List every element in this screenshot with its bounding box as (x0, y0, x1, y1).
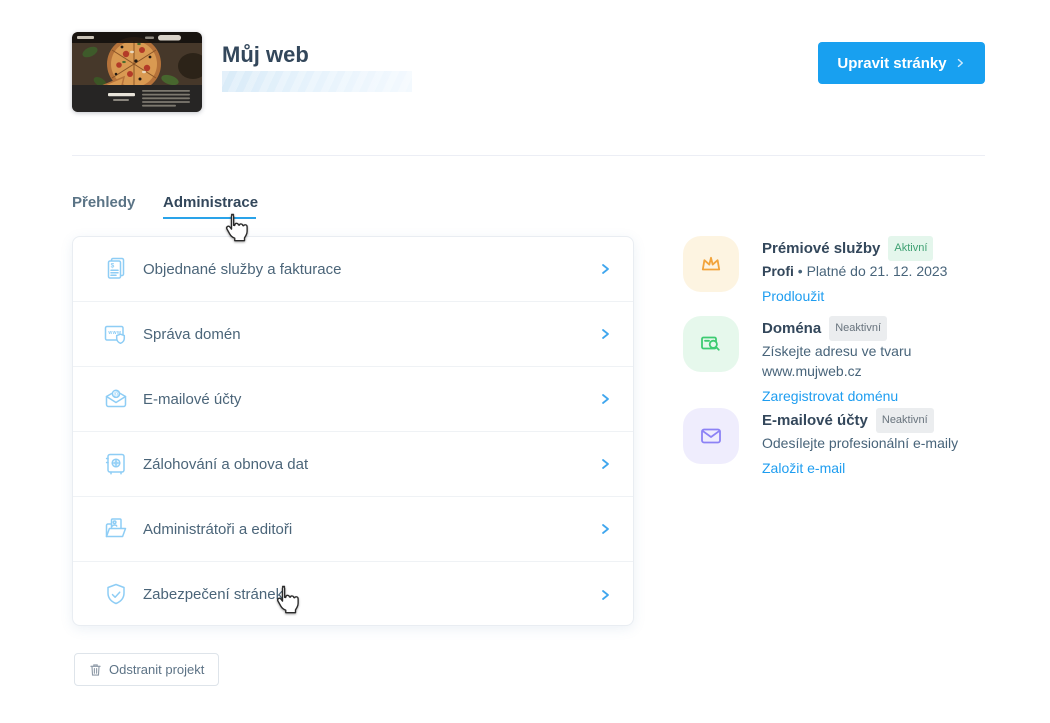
service-description: Profi • Platné do 21. 12. 2023 (762, 261, 947, 281)
menu-row-zalohovani[interactable]: Zálohování a obnova dat (73, 432, 633, 497)
domain-shield-icon: www (101, 319, 131, 349)
mail-icon (683, 408, 739, 464)
safe-icon (101, 449, 131, 479)
chevron-right-icon (954, 57, 966, 69)
zalozit-email-link[interactable]: Založit e-mail (762, 458, 845, 478)
service-description: Odesílejte profesionální e-maily (762, 433, 958, 453)
chevron-right-icon (597, 456, 613, 472)
chevron-right-icon (597, 326, 613, 342)
status-badge: Neaktivní (829, 316, 887, 341)
tab-administrace[interactable]: Administrace (163, 194, 258, 211)
menu-row-label: Zabezpečení stránek (143, 586, 597, 603)
service-title: E-mailové účty (762, 412, 868, 429)
service-title: Doména (762, 320, 821, 337)
tab-prehledy[interactable]: Přehledy (72, 194, 135, 211)
domain-search-icon (683, 316, 739, 372)
envelope-at-icon: @ (101, 384, 131, 414)
menu-row-zabezpeceni[interactable]: Zabezpečení stránek (73, 562, 633, 627)
zaregistrovat-domenu-link[interactable]: Zaregistrovat doménu (762, 386, 898, 406)
header-divider (72, 155, 985, 156)
menu-row-administratori[interactable]: Administrátoři a editoři (73, 497, 633, 562)
chevron-right-icon (597, 261, 613, 277)
chevron-right-icon (597, 521, 613, 537)
admin-menu-card: $ Objednané služby a fakturace www Správ… (72, 236, 634, 626)
active-tab-underline (163, 217, 256, 219)
chevron-right-icon (597, 391, 613, 407)
svg-text:$: $ (111, 262, 115, 269)
menu-row-label: Objednané služby a fakturace (143, 261, 597, 278)
service-premium: Prémiové služby Aktivní Profi • Platné do… (683, 236, 993, 306)
menu-row-sprava-domen[interactable]: www Správa domén (73, 302, 633, 367)
service-domain: Doména Neaktivní Získejte adresu ve tvaru… (683, 316, 993, 406)
shield-check-icon (101, 580, 131, 610)
status-badge: Neaktivní (876, 408, 934, 433)
delete-project-button[interactable]: Odstranit projekt (74, 653, 219, 686)
project-admin-page: Můj web Upravit stránky Přehledy Adminis… (0, 0, 1050, 723)
delete-project-label: Odstranit projekt (109, 662, 204, 677)
loading-skeleton-bar (222, 71, 412, 92)
menu-row-label: Správa domén (143, 326, 597, 343)
svg-text:@: @ (113, 392, 119, 398)
menu-row-emailove-ucty[interactable]: @ E-mailové účty (73, 367, 633, 432)
trash-icon (89, 663, 102, 677)
prodlouzit-link[interactable]: Prodloužit (762, 286, 824, 306)
site-thumbnail[interactable] (72, 32, 202, 112)
menu-row-objednane-sluzby[interactable]: $ Objednané služby a fakturace (73, 237, 633, 302)
folder-user-icon (101, 514, 131, 544)
menu-row-label: E-mailové účty (143, 391, 597, 408)
menu-row-label: Administrátoři a editoři (143, 521, 597, 538)
edit-pages-button-label: Upravit stránky (837, 55, 946, 72)
status-badge: Aktivní (888, 236, 933, 261)
service-email: E-mailové účty Neaktivní Odesílejte profe… (683, 408, 993, 478)
menu-row-label: Zálohování a obnova dat (143, 456, 597, 473)
invoice-icon: $ (101, 254, 131, 284)
pizza-site-preview-image (72, 32, 202, 112)
service-description: Získejte adresu ve tvaru www.mujweb.cz (762, 341, 987, 381)
chevron-right-icon (597, 587, 613, 603)
page-title: Můj web (222, 42, 309, 68)
edit-pages-button[interactable]: Upravit stránky (818, 42, 985, 84)
crown-icon (683, 236, 739, 292)
service-title: Prémiové služby (762, 240, 880, 257)
